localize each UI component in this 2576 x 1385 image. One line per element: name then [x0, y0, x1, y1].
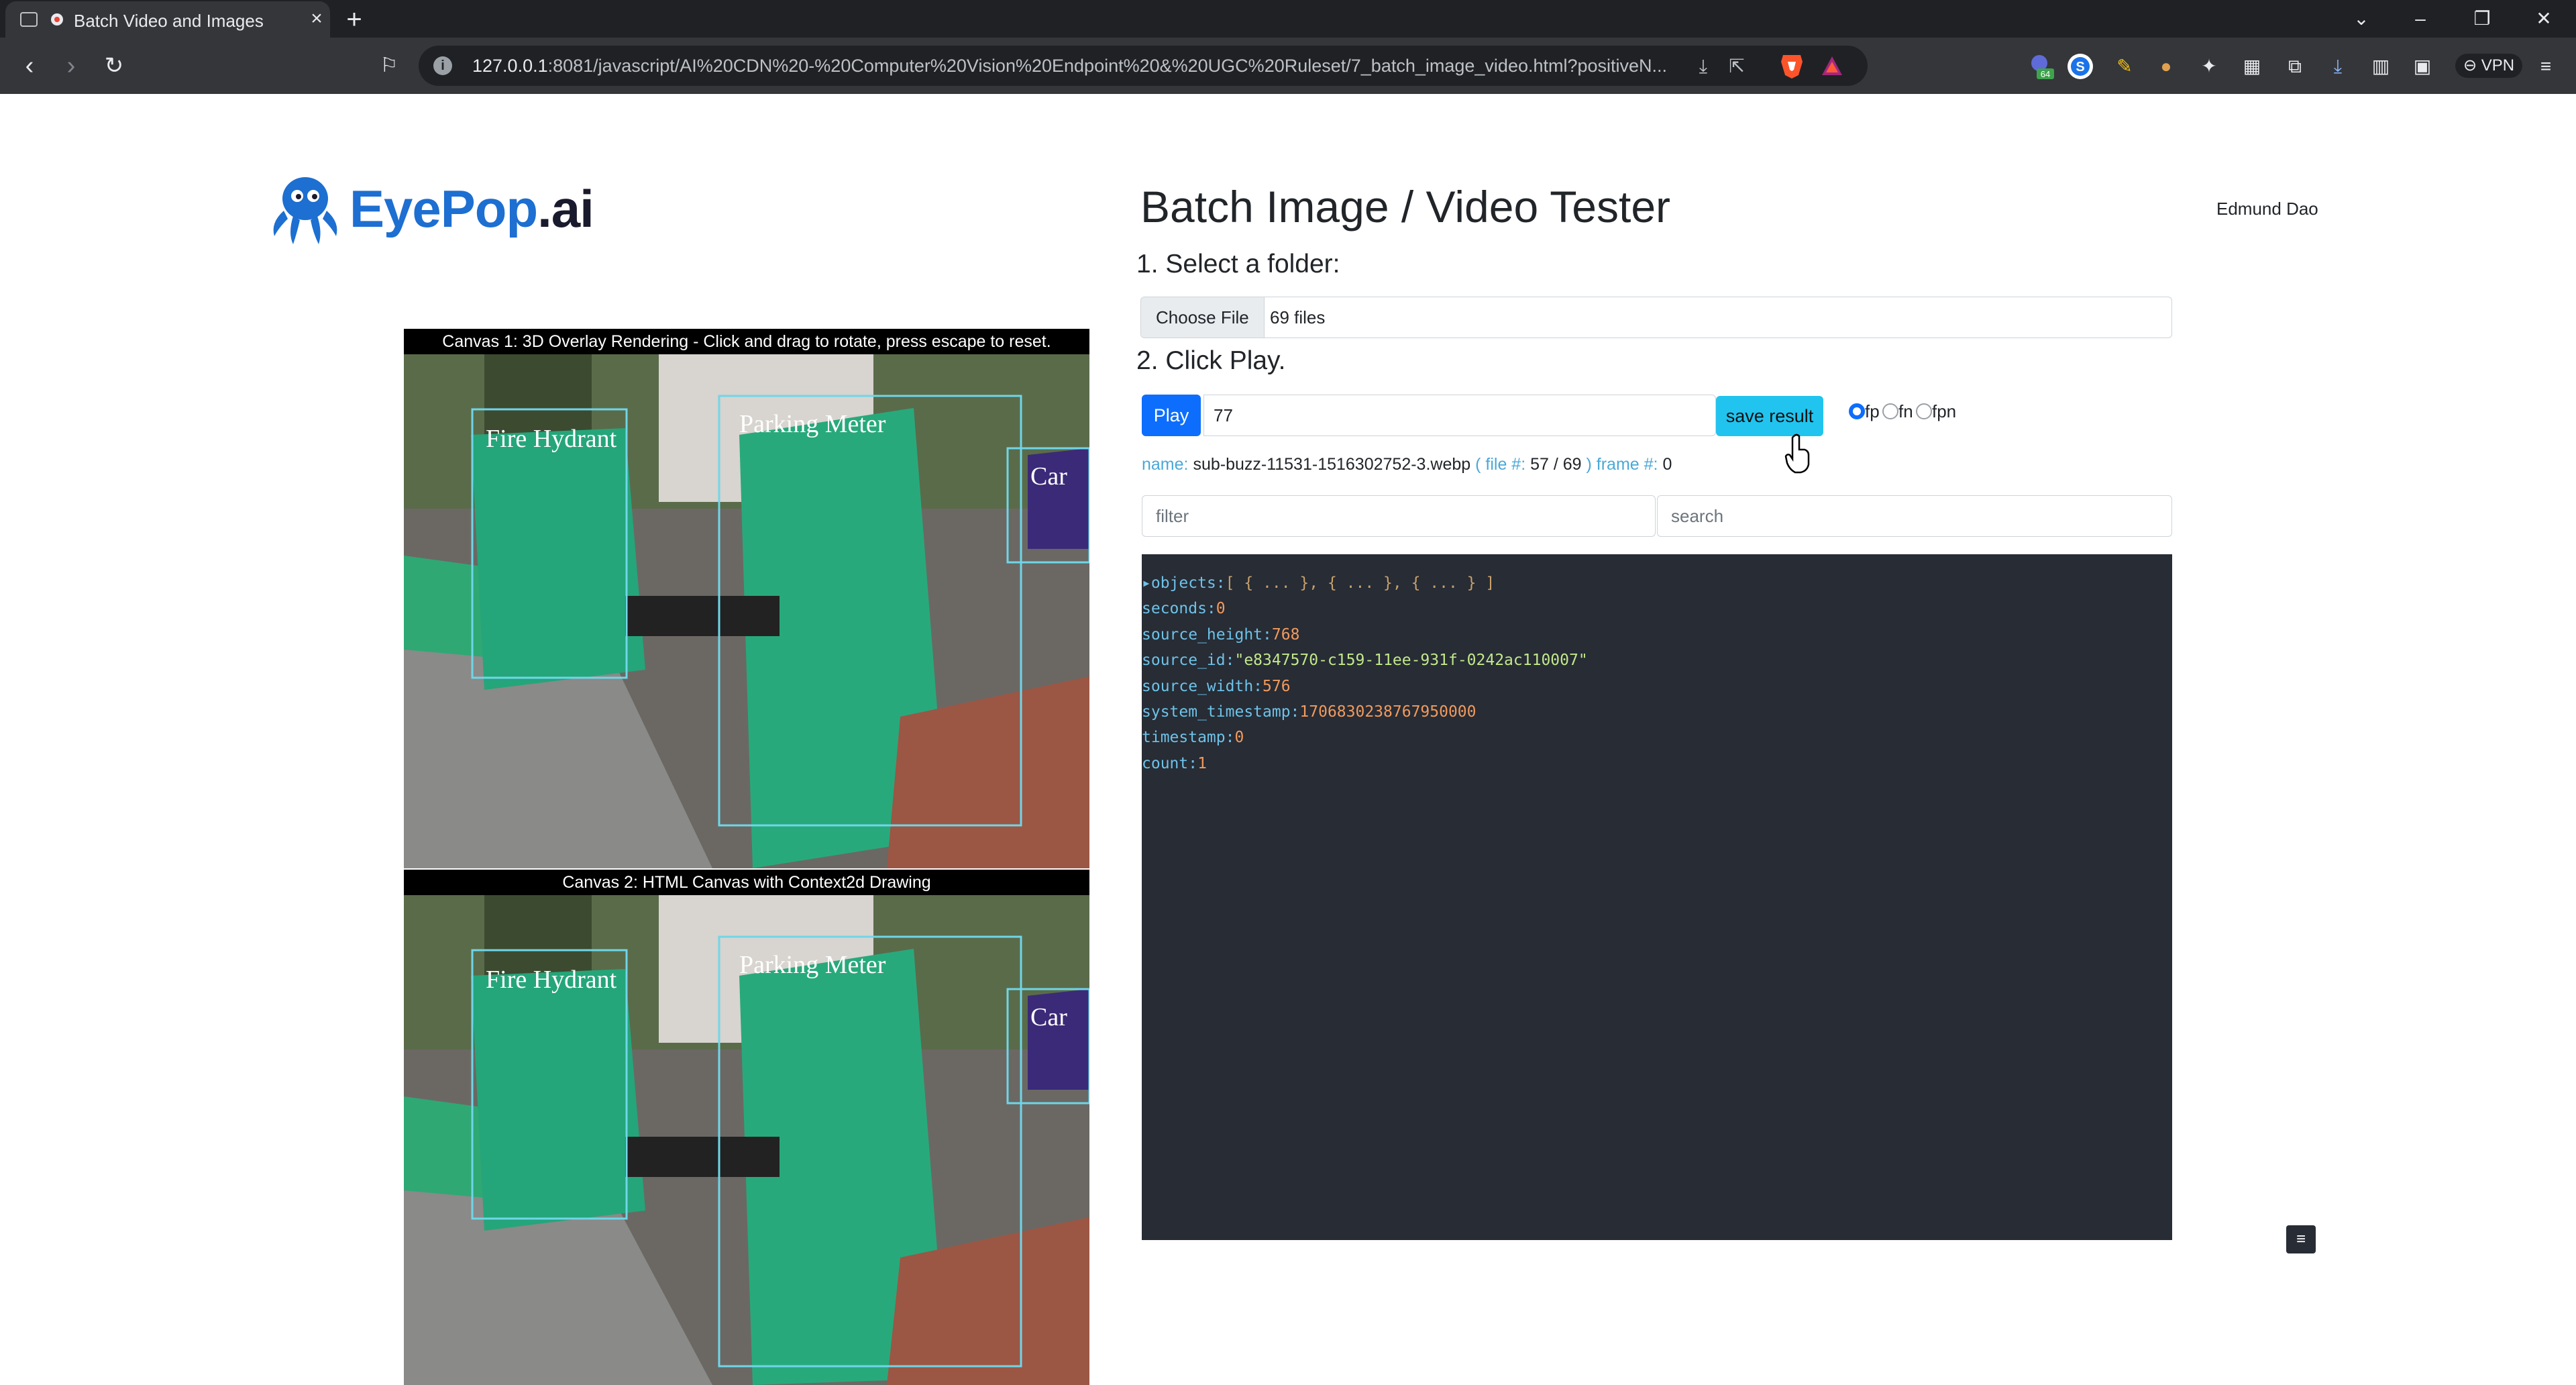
search-input[interactable]: search [1657, 495, 2172, 537]
label-parking-meter: Parking Meter [739, 951, 886, 979]
puzzle-extension-icon[interactable]: ✦ [2195, 52, 2223, 81]
restore-button[interactable]: ❐ [2462, 4, 2502, 34]
file-name-value: sub-buzz-11531-1516302752-3.webp [1193, 455, 1471, 474]
current-file-info: name: sub-buzz-11531-1516302752-3.webp (… [1142, 455, 1672, 474]
step-1-label: 1. Select a folder: [1136, 250, 1340, 278]
frame-number-label: ) frame #: [1586, 455, 1658, 474]
tab-search-icon[interactable]: ⌄ [2341, 4, 2381, 34]
page-title: Batch Image / Video Tester [1140, 182, 1671, 232]
wallet-icon[interactable]: ▣ [2408, 52, 2436, 81]
minimize-button[interactable]: – [2400, 4, 2440, 34]
json-field-row: seconds:0 [1142, 600, 1226, 618]
tab-favicon-icon [20, 12, 38, 27]
json-field-row: count:1 [1142, 754, 1207, 772]
cookie-extension-icon[interactable]: ● [2152, 52, 2180, 81]
browser-tab[interactable]: Batch Video and Images × [5, 1, 330, 38]
filter-input[interactable]: filter [1142, 495, 1656, 537]
label-fire-hydrant: Fire Hydrant [486, 425, 617, 453]
extensions-icon[interactable]: ⧉ [2281, 52, 2309, 81]
file-number-value: 57 / 69 [1530, 455, 1582, 474]
user-name: Edmund Dao [2216, 199, 2318, 219]
downloads-icon[interactable]: ⤓ [2324, 52, 2352, 81]
folder-file-input[interactable]: Choose File 69 files [1140, 297, 2172, 338]
download-icon[interactable]: ⤓ [1692, 55, 1715, 78]
new-tab-button[interactable]: + [339, 6, 369, 34]
canvas-3d-overlay[interactable]: Fire Hydrant Parking Meter Car [404, 354, 1089, 868]
save-result-button[interactable]: save result [1716, 396, 1823, 436]
forward-icon[interactable]: › [56, 51, 86, 81]
json-field-row: system_timestamp:1706830238767950000 [1142, 703, 1477, 721]
canvas-1-caption: Canvas 1: 3D Overlay Rendering - Click a… [404, 329, 1089, 354]
browser-toolbar: ‹ › ↻ ⚐ i 127.0.0.1:8081/javascript/AI%2… [0, 38, 2576, 94]
json-field-row: timestamp:0 [1142, 729, 1244, 747]
radio-fp[interactable] [1849, 403, 1865, 419]
canvas-2-caption: Canvas 2: HTML Canvas with Context2d Dra… [404, 870, 1089, 895]
frame-number-value: 0 [1662, 455, 1672, 474]
file-number-label: ( file #: [1475, 455, 1526, 474]
logo-text: EyePop.ai [350, 179, 594, 238]
hand-cursor-icon [1784, 433, 1813, 475]
json-objects-row[interactable]: ▸objects:[ { ... }, { ... }, { ... } ] [1142, 570, 2172, 596]
main-menu-icon[interactable]: ≡ [2532, 52, 2560, 81]
name-label: name: [1142, 455, 1189, 474]
selected-files-text: 69 files [1270, 307, 1326, 327]
svg-text:S: S [2076, 60, 2084, 74]
sidebar-icon[interactable]: ▥ [2367, 52, 2395, 81]
choose-file-button[interactable]: Choose File [1141, 297, 1265, 338]
canvas-2d-drawing[interactable]: Fire Hydrant Parking Meter Car [404, 895, 1089, 1385]
json-field-row: source_height:768 [1142, 625, 1300, 644]
json-field-row: source_width:576 [1142, 677, 1291, 695]
site-info-icon[interactable]: i [433, 56, 452, 75]
play-button[interactable]: Play [1142, 395, 1201, 436]
browser-tab-strip: Batch Video and Images × + ⌄ – ❐ ✕ [0, 0, 2576, 38]
vpn-button[interactable]: ⊖ VPN [2455, 54, 2523, 78]
json-field-row: source_id:"e8347570-c159-11ee-931f-0242a… [1142, 652, 1588, 670]
label-car: Car [1030, 462, 1067, 491]
octopus-icon [273, 177, 337, 244]
brave-rewards-icon[interactable] [1819, 52, 1845, 79]
eyepop-logo: EyePop.ai [264, 169, 599, 250]
extension-counter-icon[interactable]: 64 [2027, 52, 2055, 81]
url-text: 127.0.0.1:8081/javascript/AI%20CDN%20-%2… [472, 56, 1668, 76]
address-bar[interactable]: i 127.0.0.1:8081/javascript/AI%20CDN%20-… [419, 46, 1868, 86]
tab-title: Batch Video and Images [74, 11, 264, 31]
share-icon[interactable]: ⇱ [1725, 55, 1748, 78]
radio-fpn-label: fpn [1932, 401, 1957, 421]
recording-indicator-icon [51, 13, 63, 25]
back-icon[interactable]: ‹ [15, 51, 44, 81]
brave-shields-icon[interactable] [1779, 52, 1805, 79]
expand-arrow-icon[interactable]: ▸ [1142, 574, 1151, 592]
radio-fn-label: fn [1898, 401, 1913, 421]
label-car: Car [1030, 1003, 1067, 1031]
label-fire-hydrant: Fire Hydrant [486, 966, 617, 994]
json-result-viewer[interactable]: ▸objects:[ { ... }, { ... }, { ... } ] s… [1142, 554, 2172, 1240]
extension-s-icon[interactable]: S [2066, 52, 2094, 81]
tab-close-icon[interactable]: × [305, 7, 329, 31]
radio-fn[interactable] [1882, 403, 1898, 419]
pencil-extension-icon[interactable]: ✎ [2110, 52, 2139, 81]
tracker-extension-icon[interactable]: ▦ [2238, 52, 2266, 81]
radio-fpn[interactable] [1916, 403, 1932, 419]
bookmark-icon[interactable]: ⚐ [374, 51, 404, 81]
close-window-button[interactable]: ✕ [2524, 4, 2564, 34]
menu-icon[interactable]: ≡ [2286, 1225, 2316, 1253]
label-parking-meter: Parking Meter [739, 410, 886, 438]
step-2-label: 2. Click Play. [1136, 346, 1286, 375]
svg-text:64: 64 [2041, 69, 2050, 79]
frame-number-input[interactable]: 77 [1203, 395, 1716, 436]
radio-fp-label: fp [1865, 401, 1880, 421]
reload-icon[interactable]: ↻ [99, 51, 129, 81]
